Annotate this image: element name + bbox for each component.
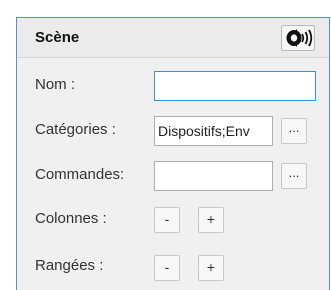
- panel-title: Scène: [35, 29, 80, 46]
- categories-browse-button[interactable]: ...: [281, 118, 307, 144]
- nom-input[interactable]: [154, 71, 316, 101]
- categories-label: Catégories :: [35, 121, 116, 138]
- scene-panel: Scène Nom : Catégories : Dispositifs;Env…: [16, 17, 330, 290]
- panel-header: Scène: [17, 18, 329, 58]
- nom-label: Nom :: [35, 76, 76, 93]
- commandes-input[interactable]: [154, 161, 273, 191]
- commandes-label: Commandes:: [35, 166, 125, 183]
- colonnes-increase-button[interactable]: +: [198, 207, 224, 233]
- rangees-label: Rangées :: [35, 257, 104, 274]
- rangees-increase-button[interactable]: +: [198, 255, 224, 281]
- commandes-browse-button[interactable]: ...: [281, 163, 307, 189]
- categories-input[interactable]: Dispositifs;Env: [154, 116, 273, 146]
- broadcast-button[interactable]: [281, 25, 315, 51]
- colonnes-label: Colonnes :: [35, 210, 107, 227]
- rangees-decrease-button[interactable]: -: [154, 255, 180, 281]
- colonnes-decrease-button[interactable]: -: [154, 207, 180, 233]
- speaker-broadcast-icon: [286, 29, 313, 47]
